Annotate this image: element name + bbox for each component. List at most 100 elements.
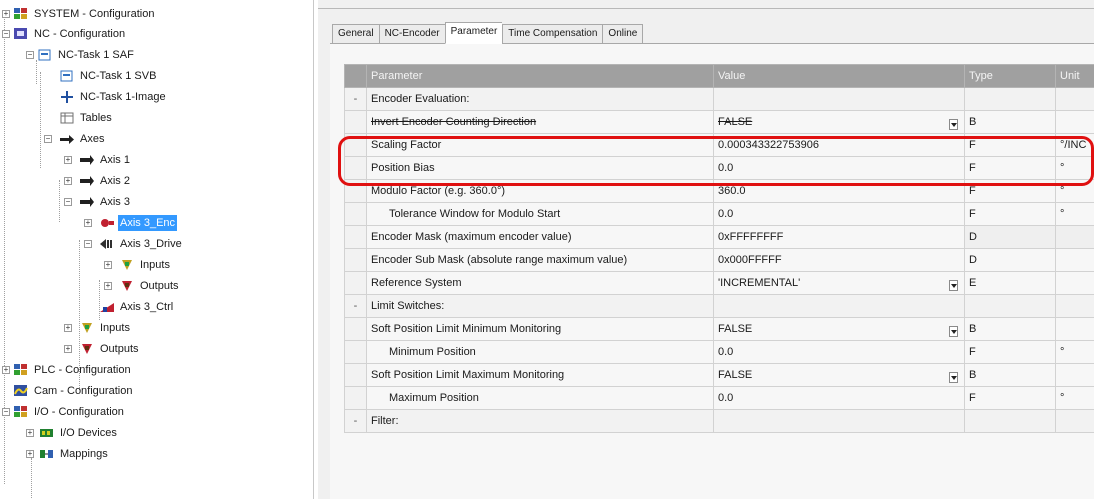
tree-item-drive-inputs[interactable]: + Inputs — [104, 255, 172, 275]
tree-item-drive-outputs[interactable]: + Outputs — [104, 276, 181, 296]
section-collapse-icon[interactable]: - — [344, 294, 367, 318]
collapse-minus-icon[interactable]: − — [26, 51, 34, 59]
tree-item-cam-configuration[interactable]: Cam - Configuration — [14, 381, 134, 401]
tree-item-mappings[interactable]: + Mappings — [26, 444, 110, 464]
tab-nc-encoder[interactable]: NC-Encoder — [378, 24, 445, 44]
tree-item-axis-2[interactable]: + Axis 2 — [64, 171, 132, 191]
section-row-limit-switches[interactable]: - Limit Switches: — [344, 294, 1094, 318]
param-type: F — [964, 133, 1056, 157]
tree-item-label: Axis 3_Drive — [120, 238, 182, 250]
param-value[interactable]: 0.0 — [713, 156, 965, 180]
tree-item-label: NC-Task 1 SVB — [80, 70, 157, 82]
tree-item-label: SYSTEM - Configuration — [34, 8, 155, 20]
param-row-maximum-position[interactable]: Maximum Position 0.0 F ° — [344, 386, 1094, 410]
tree-item-nc-task-1-saf[interactable]: − NC-Task 1 SAF — [26, 45, 136, 65]
expand-plus-icon[interactable]: + — [2, 10, 10, 18]
tree-item-axes[interactable]: − Axes — [44, 129, 106, 149]
column-header-parameter[interactable]: Parameter — [366, 64, 714, 88]
param-value-dropdown[interactable]: 'INCREMENTAL' — [713, 271, 965, 295]
param-value[interactable]: 0.0 — [713, 340, 965, 364]
expand-plus-icon[interactable]: + — [26, 450, 34, 458]
tree-item-axis-outputs[interactable]: + Outputs — [64, 339, 141, 359]
section-collapse-icon[interactable]: - — [344, 409, 367, 433]
param-row-minimum-position[interactable]: Minimum Position 0.0 F ° — [344, 340, 1094, 364]
param-row-invert-encoder-counting-direction[interactable]: Invert Encoder Counting Direction FALSE … — [344, 110, 1094, 134]
tree-item-axis-1[interactable]: + Axis 1 — [64, 150, 132, 170]
tree-item-system-configuration[interactable]: + SYSTEM - Configuration — [2, 4, 156, 24]
collapse-minus-icon[interactable]: − — [84, 240, 92, 248]
expand-plus-icon[interactable]: + — [104, 282, 112, 290]
param-row-position-bias[interactable]: Position Bias 0.0 F ° — [344, 156, 1094, 180]
param-row-scaling-factor[interactable]: Scaling Factor 0.000343322753906 F °/INC — [344, 133, 1094, 157]
param-value-dropdown[interactable]: FALSE — [713, 317, 965, 341]
section-row-filter[interactable]: - Filter: — [344, 409, 1094, 433]
expand-plus-icon[interactable]: + — [64, 177, 72, 185]
tree-item-tables[interactable]: Tables — [60, 108, 114, 128]
dropdown-arrow-icon[interactable] — [949, 372, 958, 383]
tree-item-nc-configuration[interactable]: − NC - Configuration — [2, 24, 127, 44]
dropdown-arrow-icon[interactable] — [949, 119, 958, 130]
expand-plus-icon[interactable]: + — [26, 429, 34, 437]
tree-item-axis-3-ctrl[interactable]: Axis 3_Ctrl — [100, 297, 175, 317]
tree-item-axis-3[interactable]: − Axis 3 — [64, 192, 132, 212]
param-value[interactable]: 0.000343322753906 — [713, 133, 965, 157]
tree-item-label: Outputs — [100, 343, 139, 355]
param-value: FALSE — [718, 116, 753, 128]
param-row-tolerance-window[interactable]: Tolerance Window for Modulo Start 0.0 F … — [344, 202, 1094, 226]
grid-header-row: Parameter Value Type Unit — [344, 64, 1094, 88]
grid-header-marker — [344, 64, 367, 88]
column-header-unit[interactable]: Unit — [1055, 64, 1094, 88]
expand-plus-icon[interactable]: + — [64, 324, 72, 332]
param-row-encoder-mask[interactable]: Encoder Mask (maximum encoder value) 0xF… — [344, 225, 1094, 249]
param-value[interactable]: 0xFFFFFFFF — [713, 225, 965, 249]
collapse-minus-icon[interactable]: − — [44, 135, 52, 143]
expand-plus-icon[interactable]: + — [2, 366, 10, 374]
dropdown-arrow-icon[interactable] — [949, 326, 958, 337]
tree-item-io-devices[interactable]: + I/O Devices — [26, 423, 119, 443]
param-value-dropdown[interactable]: FALSE — [713, 363, 965, 387]
collapse-minus-icon[interactable]: − — [64, 198, 72, 206]
tree-item-label: Axis 3 — [100, 196, 130, 208]
tree-item-plc-configuration[interactable]: + PLC - Configuration — [2, 360, 133, 380]
tab-general[interactable]: General — [332, 24, 379, 44]
param-row-reference-system[interactable]: Reference System 'INCREMENTAL' E — [344, 271, 1094, 295]
tab-parameter[interactable]: Parameter — [444, 22, 503, 44]
section-collapse-icon[interactable]: - — [344, 87, 367, 111]
tree-item-axis-3-enc[interactable]: + Axis 3_Enc — [84, 213, 178, 233]
param-row-modulo-factor[interactable]: Modulo Factor (e.g. 360.0°) 360.0 F ° — [344, 179, 1094, 203]
tab-time-compensation[interactable]: Time Compensation — [502, 24, 603, 44]
expand-plus-icon[interactable]: + — [64, 345, 72, 353]
param-value[interactable]: 0x000FFFFF — [713, 248, 965, 272]
expand-plus-icon[interactable]: + — [84, 219, 92, 227]
param-name: Reference System — [366, 271, 714, 295]
outputs-icon — [82, 344, 92, 354]
param-value[interactable]: 0.0 — [713, 386, 965, 410]
param-row-encoder-sub-mask[interactable]: Encoder Sub Mask (absolute range maximum… — [344, 248, 1094, 272]
column-header-type[interactable]: Type — [964, 64, 1056, 88]
param-row-soft-limit-max-monitoring[interactable]: Soft Position Limit Maximum Monitoring F… — [344, 363, 1094, 387]
nc-config-icon — [14, 28, 27, 39]
param-value[interactable]: 0.0 — [713, 202, 965, 226]
tab-online[interactable]: Online — [602, 24, 644, 44]
drive-icon — [100, 239, 112, 249]
tree-item-label: I/O - Configuration — [34, 406, 124, 418]
tree-item-label: Axis 2 — [100, 175, 130, 187]
tree-item-nc-task-1-svb[interactable]: NC-Task 1 SVB — [60, 66, 158, 86]
tree-item-io-configuration[interactable]: − I/O - Configuration — [2, 402, 126, 422]
param-type: F — [964, 179, 1056, 203]
encoder-icon — [101, 219, 114, 227]
param-row-soft-limit-min-monitoring[interactable]: Soft Position Limit Minimum Monitoring F… — [344, 317, 1094, 341]
dropdown-arrow-icon[interactable] — [949, 280, 958, 291]
section-row-encoder-evaluation[interactable]: - Encoder Evaluation: — [344, 87, 1094, 111]
column-header-value[interactable]: Value — [713, 64, 965, 88]
expand-plus-icon[interactable]: + — [64, 156, 72, 164]
tree-item-axis-inputs[interactable]: + Inputs — [64, 318, 132, 338]
expand-plus-icon[interactable]: + — [104, 261, 112, 269]
tree-item-axis-3-drive[interactable]: − Axis 3_Drive — [84, 234, 184, 254]
param-value-dropdown[interactable]: FALSE — [713, 110, 965, 134]
plc-config-icon — [14, 364, 27, 375]
param-value[interactable]: 360.0 — [713, 179, 965, 203]
tree-item-nc-task-1-image[interactable]: NC-Task 1-Image — [60, 87, 168, 107]
collapse-minus-icon[interactable]: − — [2, 30, 10, 38]
collapse-minus-icon[interactable]: − — [2, 408, 10, 416]
